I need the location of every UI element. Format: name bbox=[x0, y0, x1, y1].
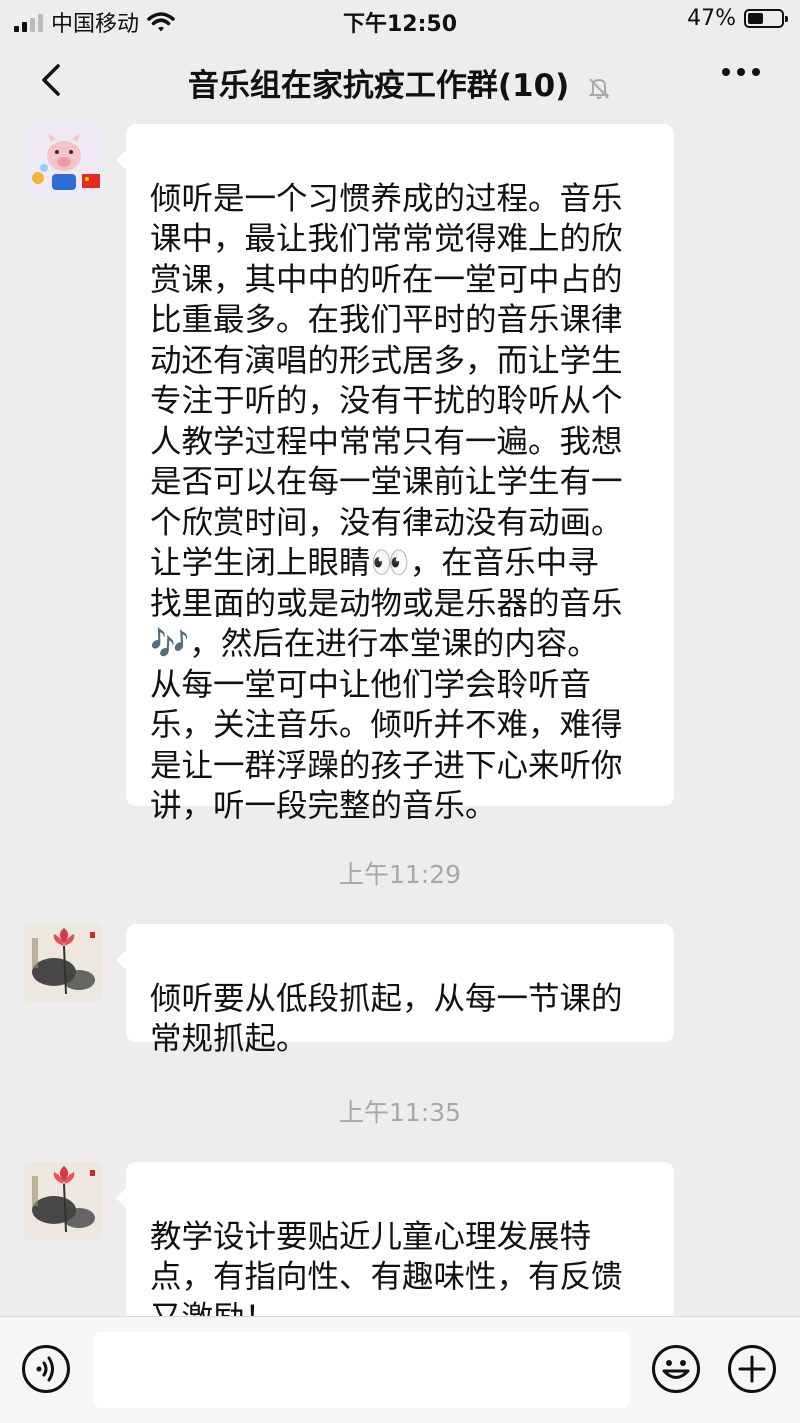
message-bubble[interactable]: 倾听是一个习惯养成的过程。音乐 课中，最让我们常常觉得难上的欣 赏课，其中中的听… bbox=[116, 124, 674, 824]
message-text: 倾听要从低段抓起，从每一节课的 常规抓起。 bbox=[150, 980, 623, 1058]
lotus-painting-avatar[interactable] bbox=[24, 924, 102, 1002]
message-bubble[interactable]: 倾听要从低段抓起，从每一节课的 常规抓起。 bbox=[116, 924, 674, 1057]
battery-icon bbox=[744, 9, 788, 28]
plus-circle-icon[interactable] bbox=[727, 1344, 777, 1394]
message-bubble[interactable]: 教学设计要贴近儿童心理发展特 点，有指向性、有趣味性，有反馈 又激励！ bbox=[116, 1162, 674, 1336]
status-time: 下午12:50 bbox=[342, 12, 458, 37]
emoji-icon[interactable] bbox=[651, 1344, 701, 1394]
battery-percent: 47% bbox=[687, 6, 736, 31]
lotus-avatar-image bbox=[24, 924, 102, 1002]
message-text: 倾听是一个习惯养成的过程。音乐 课中，最让我们常常觉得难上的欣 赏课，其中中的听… bbox=[150, 180, 623, 825]
chat-input-bar bbox=[0, 1316, 800, 1423]
message-timestamp: 上午11:35 bbox=[338, 1098, 462, 1127]
bell-slash-icon bbox=[588, 77, 610, 99]
message-input[interactable] bbox=[93, 1332, 630, 1408]
chat-title-wrap[interactable]: 音乐组在家抗疫工作群(10) bbox=[0, 60, 800, 105]
lotus-painting-avatar[interactable] bbox=[24, 1162, 102, 1240]
pig-avatar-image bbox=[24, 120, 102, 198]
battery-fill bbox=[748, 13, 764, 24]
chat-title: 音乐组在家抗疫工作群(10) bbox=[187, 68, 570, 104]
chat-header: 音乐组在家抗疫工作群(10) bbox=[0, 40, 800, 124]
message-timestamp: 上午11:29 bbox=[338, 860, 462, 889]
more-dots-icon[interactable] bbox=[722, 68, 760, 76]
lotus-avatar-image bbox=[24, 1162, 102, 1240]
voice-icon[interactable] bbox=[21, 1344, 71, 1394]
status-bar: 中国移动 下午12:50 47% bbox=[0, 0, 800, 40]
pig-avatar[interactable] bbox=[24, 120, 102, 198]
